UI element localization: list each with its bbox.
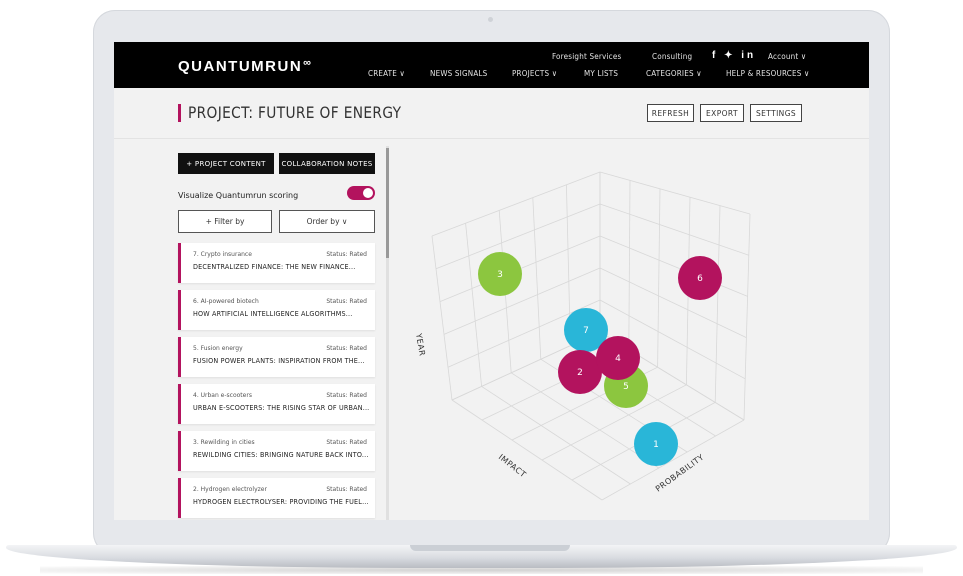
grid-line bbox=[532, 197, 542, 360]
nav-news-signals[interactable]: NEWS SIGNALS bbox=[430, 69, 487, 78]
list-item[interactable]: 4. Urban e-scooters Status: Rated URBAN … bbox=[178, 384, 375, 424]
social-icons[interactable]: f ✦ in bbox=[712, 50, 756, 61]
item-status: Status: Rated bbox=[326, 486, 367, 493]
grid-line bbox=[465, 223, 482, 387]
list-item[interactable]: 5. Fusion energy Status: Rated FUSION PO… bbox=[178, 337, 375, 377]
list-item[interactable]: 3. Rewilding in cities Status: Rated REW… bbox=[178, 431, 375, 471]
settings-button[interactable]: SETTINGS bbox=[750, 104, 802, 122]
grid-line bbox=[599, 203, 749, 256]
bubble-label-2: 2 bbox=[577, 368, 583, 378]
panel-scrollbar[interactable] bbox=[386, 146, 389, 520]
item-topic: 5. Fusion energy bbox=[193, 345, 243, 352]
item-topic: 3. Rewilding in cities bbox=[193, 439, 255, 446]
project-panel: + PROJECT CONTENT COLLABORATION NOTES Vi… bbox=[178, 146, 389, 520]
grid-line bbox=[599, 235, 748, 297]
grid-line bbox=[451, 399, 603, 501]
grid-line bbox=[435, 203, 601, 270]
grid-line bbox=[628, 180, 631, 350]
page-header: PROJECT: FUTURE OF ENERGY REFRESH EXPORT… bbox=[114, 88, 869, 139]
bubble-label-7: 7 bbox=[583, 326, 589, 336]
bubble-label-3: 3 bbox=[497, 270, 503, 280]
grid-line bbox=[599, 171, 751, 215]
nav-consulting[interactable]: Consulting bbox=[652, 52, 692, 61]
item-topic: 4. Urban e-scooters bbox=[193, 392, 252, 399]
list-item[interactable]: 6. AI-powered biotech Status: Rated HOW … bbox=[178, 290, 375, 330]
camera-icon bbox=[488, 17, 493, 22]
grid-line bbox=[599, 267, 747, 338]
bubble-label-6: 6 bbox=[697, 274, 703, 284]
item-topic: 2. Hydrogen electrolyzer bbox=[193, 486, 267, 493]
nav-create[interactable]: CREATE ∨ bbox=[368, 69, 405, 78]
laptop-notch bbox=[410, 545, 570, 551]
logo-atom-icon: ∞ bbox=[303, 57, 313, 69]
item-title: HYDROGEN ELECTROLYSER: PROVIDING THE FUE… bbox=[193, 498, 369, 506]
order-by-button[interactable]: Order by ∨ bbox=[279, 210, 375, 233]
filter-by-button[interactable]: + Filter by bbox=[178, 210, 272, 233]
refresh-button[interactable]: REFRESH bbox=[647, 104, 694, 122]
nav-help-resources[interactable]: HELP & RESOURCES ∨ bbox=[726, 69, 809, 78]
nav-projects[interactable]: PROJECTS ∨ bbox=[512, 69, 557, 78]
grid-line bbox=[431, 235, 453, 401]
page-title: PROJECT: FUTURE OF ENERGY bbox=[188, 103, 402, 122]
item-title: REWILDING CITIES: BRINGING NATURE BACK I… bbox=[193, 451, 369, 459]
nav-foresight-services[interactable]: Foresight Services bbox=[552, 52, 621, 61]
app-screen: QUANTUMRUN∞ Foresight Services Consultin… bbox=[114, 42, 869, 520]
scoring-toggle-label: Visualize Quantumrun scoring bbox=[178, 191, 299, 200]
scrollbar-thumb[interactable] bbox=[386, 148, 389, 258]
item-title: DECENTRALIZED FINANCE: THE NEW FINANCE..… bbox=[193, 263, 356, 271]
collaboration-notes-button[interactable]: COLLABORATION NOTES bbox=[279, 153, 375, 174]
item-title: FUSION POWER PLANTS: INSPIRATION FROM TH… bbox=[193, 357, 365, 365]
nav-categories[interactable]: CATEGORIES ∨ bbox=[646, 69, 702, 78]
list-item[interactable]: 2. Hydrogen electrolyzer Status: Rated H… bbox=[178, 478, 375, 518]
scoring-chart: YEAR IMPACT PROBABILITY 3675241 bbox=[404, 146, 869, 520]
nav-my-lists[interactable]: MY LISTS bbox=[584, 69, 618, 78]
list-item[interactable]: 7. Crypto insurance Status: Rated DECENT… bbox=[178, 243, 375, 283]
item-status: Status: Rated bbox=[326, 298, 367, 305]
item-status: Status: Rated bbox=[326, 392, 367, 399]
item-title: HOW ARTIFICIAL INTELLIGENCE ALGORITHMS..… bbox=[193, 310, 353, 318]
bubble-label-1: 1 bbox=[653, 440, 659, 450]
axis-label-impact: IMPACT bbox=[497, 452, 528, 479]
bubble-label-5: 5 bbox=[623, 382, 629, 392]
chart-svg: YEAR IMPACT PROBABILITY 3 675241 bbox=[414, 171, 751, 501]
grid-line bbox=[657, 188, 661, 368]
item-status: Status: Rated bbox=[326, 439, 367, 446]
scoring-toggle[interactable] bbox=[347, 186, 375, 200]
project-content-button[interactable]: + PROJECT CONTENT bbox=[178, 153, 274, 174]
item-topic: 7. Crypto insurance bbox=[193, 251, 252, 258]
axis-label-year: YEAR bbox=[414, 332, 427, 357]
nav-account[interactable]: Account ∨ bbox=[768, 52, 806, 61]
item-title: URBAN E-SCOOTERS: THE RISING STAR OF URB… bbox=[193, 404, 370, 412]
export-button[interactable]: EXPORT bbox=[700, 104, 744, 122]
grid-line bbox=[714, 205, 721, 403]
item-status: Status: Rated bbox=[326, 251, 367, 258]
grid-line bbox=[743, 213, 751, 421]
item-status: Status: Rated bbox=[326, 345, 367, 352]
quantumrun-logo[interactable]: QUANTUMRUN∞ bbox=[178, 57, 313, 75]
top-navbar: QUANTUMRUN∞ Foresight Services Consultin… bbox=[114, 42, 869, 88]
title-accent-bar bbox=[178, 104, 181, 122]
bubble-label-4: 4 bbox=[615, 354, 621, 364]
grid-line bbox=[431, 171, 601, 237]
item-topic: 6. AI-powered biotech bbox=[193, 298, 259, 305]
toggle-knob bbox=[363, 188, 373, 198]
